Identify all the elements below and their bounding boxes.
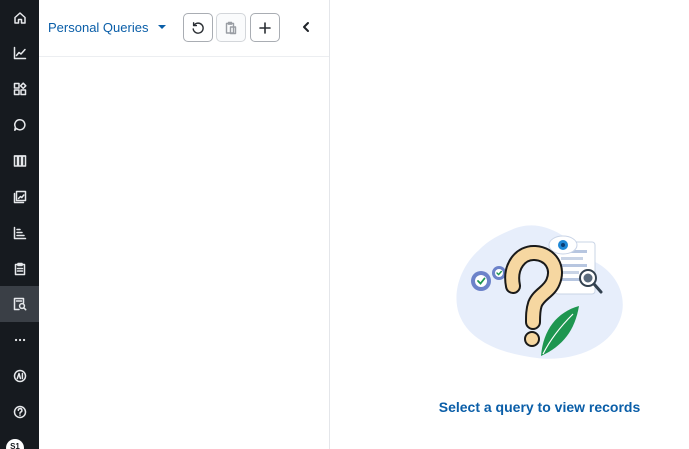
app-window: S1 Personal Queries Select a query to vi… bbox=[0, 0, 689, 449]
empty-state-illustration bbox=[456, 225, 623, 359]
nav-help[interactable] bbox=[0, 394, 39, 430]
queries-panel-header: Personal Queries bbox=[39, 0, 329, 57]
home-icon bbox=[13, 12, 26, 24]
nav-bar-chart[interactable] bbox=[0, 215, 39, 251]
nav-home[interactable] bbox=[0, 0, 39, 36]
board-columns-icon bbox=[13, 155, 26, 167]
ai-icon bbox=[13, 369, 26, 383]
caret-down-icon bbox=[158, 25, 167, 29]
nav-analytics[interactable] bbox=[0, 35, 39, 71]
add-query-button[interactable] bbox=[250, 13, 280, 42]
report-icon bbox=[13, 190, 26, 204]
eye-illustration bbox=[548, 235, 578, 255]
nav-chat[interactable] bbox=[0, 107, 39, 143]
queries-panel: Personal Queries bbox=[39, 0, 330, 449]
refresh-button[interactable] bbox=[183, 13, 213, 42]
chat-icon bbox=[13, 119, 26, 131]
copy-icon bbox=[225, 21, 237, 34]
more-icon bbox=[14, 338, 25, 342]
collapse-panel-button[interactable] bbox=[296, 17, 316, 37]
query-search-icon bbox=[13, 297, 26, 311]
query-type-dropdown[interactable]: Personal Queries bbox=[48, 17, 167, 37]
clipboard-icon bbox=[14, 262, 25, 276]
nav-boards[interactable] bbox=[0, 143, 39, 179]
line-chart-icon bbox=[13, 46, 26, 60]
nav-widgets[interactable] bbox=[0, 71, 39, 107]
nav-query-records[interactable] bbox=[0, 286, 39, 322]
chevron-left-icon bbox=[303, 22, 309, 32]
bar-chart-icon bbox=[13, 226, 26, 240]
query-type-label: Personal Queries bbox=[48, 19, 149, 35]
nav-reports[interactable] bbox=[0, 179, 39, 215]
user-avatar[interactable]: S1 bbox=[6, 439, 24, 449]
left-nav-rail: S1 bbox=[0, 0, 39, 449]
empty-state-message: Select a query to view records bbox=[438, 399, 641, 415]
nav-more[interactable] bbox=[0, 322, 39, 358]
nav-tasks[interactable] bbox=[0, 251, 39, 287]
help-icon bbox=[13, 405, 26, 419]
refresh-icon bbox=[192, 21, 204, 34]
nav-ai-assistant[interactable] bbox=[0, 358, 39, 394]
plus-icon bbox=[259, 21, 271, 34]
widgets-icon bbox=[13, 82, 27, 96]
records-view: Select a query to view records bbox=[331, 0, 689, 449]
copy-query-button[interactable] bbox=[216, 13, 246, 42]
